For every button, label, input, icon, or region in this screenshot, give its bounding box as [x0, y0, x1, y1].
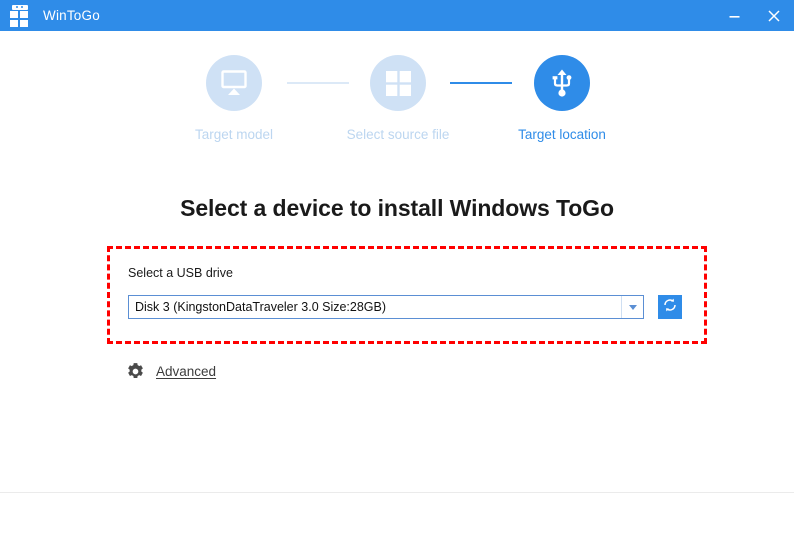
gear-icon: [126, 362, 145, 381]
advanced-label: Advanced: [156, 364, 217, 379]
usb-drive-selected-value: Disk 3 (KingstonDataTraveler 3.0 Size:28…: [135, 300, 387, 314]
footer-bar: Back Proceed: [0, 493, 794, 544]
monitor-cast-icon: [206, 55, 262, 111]
advanced-link[interactable]: Advanced: [126, 362, 216, 381]
step-label: Select source file: [346, 127, 450, 142]
wintogo-window: WinToGo Target model Select source file …: [0, 0, 794, 544]
app-icon-windows-panes: [10, 10, 28, 27]
usb-drive-select-row: Disk 3 (KingstonDataTraveler 3.0 Size:28…: [128, 295, 682, 319]
chevron-down-icon[interactable]: [621, 296, 643, 318]
usb-drive-highlight-box: Select a USB drive Disk 3 (KingstonDataT…: [107, 246, 707, 344]
minimize-icon[interactable]: [714, 0, 754, 31]
window-title: WinToGo: [43, 8, 100, 23]
refresh-button[interactable]: [658, 295, 682, 319]
step-select-source-file[interactable]: Select source file: [318, 55, 478, 142]
refresh-icon: [662, 297, 678, 318]
page-title: Select a device to install Windows ToGo: [180, 195, 614, 221]
title-bar: WinToGo: [0, 0, 794, 31]
step-target-model[interactable]: Target model: [154, 55, 314, 142]
windows-logo-icon: [9, 4, 31, 27]
step-label: Target location: [518, 127, 606, 142]
step-target-location[interactable]: Target location: [482, 55, 642, 142]
windows-logo-icon: [370, 55, 426, 111]
close-icon[interactable]: [754, 0, 794, 31]
usb-icon: [534, 55, 590, 111]
usb-drive-select[interactable]: Disk 3 (KingstonDataTraveler 3.0 Size:28…: [128, 295, 644, 319]
wizard-stepper: Target model Select source file Target l…: [0, 55, 794, 150]
usb-drive-label: Select a USB drive: [128, 266, 233, 280]
window-controls: [714, 0, 794, 31]
step-label: Target model: [194, 127, 274, 142]
app-icon-dots: [12, 4, 28, 10]
